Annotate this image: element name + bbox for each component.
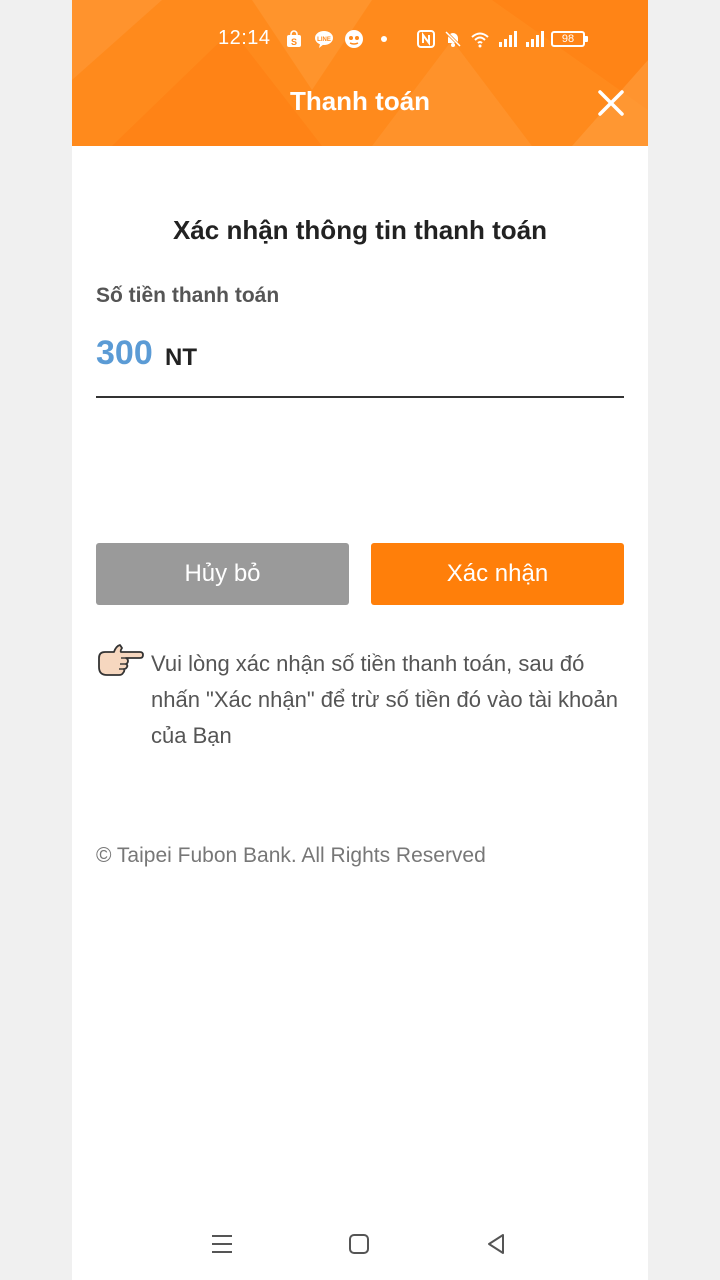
amount-label: Số tiền thanh toán [96,284,280,307]
status-time: 12:14 [218,27,271,49]
home-icon[interactable] [344,1229,374,1259]
signal-icon [526,31,544,47]
pointing-hand-icon [98,644,144,676]
status-bar: 12:14 S LINE 98 [72,0,648,78]
dot-icon [381,36,387,42]
header-bar: 12:14 S LINE 98 Thanh toán [72,0,648,146]
amount-field: 300 NT [96,334,624,398]
confirm-button[interactable]: Xác nhận [371,543,624,605]
wifi-icon [471,32,489,48]
line-icon: LINE [315,31,333,48]
menu-icon[interactable] [207,1229,237,1259]
navigation-bar [72,1215,648,1275]
notification-icons: S LINE [284,27,394,51]
page-title: Thanh toán [289,86,431,116]
svg-text:S: S [291,37,297,47]
system-icons: 98 [416,27,588,51]
section-title: Xác nhận thông tin thanh toán [172,215,548,245]
mute-icon [444,30,462,48]
battery-indicator: 98 [551,31,588,47]
amount-value: 300 [96,334,153,372]
back-icon[interactable] [481,1229,511,1259]
close-icon[interactable] [594,86,628,120]
nfc-icon [417,30,435,48]
app-screen: 12:14 S LINE 98 Thanh toán Xác nhận thôn… [72,0,648,1280]
cancel-button[interactable]: Hủy bỏ [96,543,349,605]
svg-text:LINE: LINE [317,37,331,43]
hint-text: Vui lòng xác nhận số tiền thanh toán, sa… [151,651,618,748]
messenger-icon [345,30,363,48]
signal-icon [499,31,517,47]
shopee-icon: S [287,30,301,47]
copyright-text: © Taipei Fubon Bank. All Rights Reserved [96,844,486,867]
amount-unit: NT [165,344,197,371]
